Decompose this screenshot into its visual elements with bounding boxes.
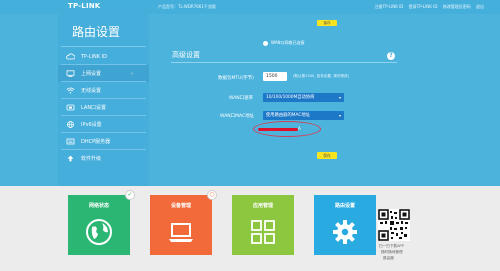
chevron-right-icon: › (131, 70, 133, 77)
wan-status: WAN口网络已连接 (263, 40, 304, 46)
login-id-link[interactable]: 登录TP-LINK ID (409, 4, 438, 9)
mtu-label: 数据包MTU(字节) (218, 76, 254, 81)
alert-badge-icon: ○ (207, 190, 217, 200)
wan-status-text: WAN口网络已连接 (271, 40, 305, 45)
tile-device-management[interactable]: 设备管理 ○ (150, 190, 217, 255)
wan-speed-label: WAN口速率 (229, 96, 254, 101)
dhcp-icon (66, 138, 75, 145)
sidebar-item-wireless[interactable]: 无线设置 (58, 82, 149, 99)
mtu-hint: (默认是1500, 如非必要, 请勿修改) (293, 74, 350, 78)
tile-label: 网络状态 (88, 203, 109, 209)
tile-router-settings[interactable]: 路由设置 (314, 195, 376, 255)
change-password-link[interactable]: 修改管理员密码 (443, 4, 471, 9)
gear-icon (333, 220, 357, 244)
sidebar-item-ipv6[interactable]: IPv6设置 (58, 116, 149, 133)
tile-label: 路由设置 (334, 203, 355, 209)
redaction-mark (258, 128, 298, 131)
chevron-down-icon: ▾ (338, 113, 341, 118)
tplink-logo: TP-LINK (68, 2, 101, 10)
laptop-icon (169, 223, 193, 242)
monitor-icon (66, 70, 75, 77)
product-model: 产品型号：TL-WDR7661千兆版 (158, 4, 216, 9)
help-icon[interactable]: ? (387, 52, 395, 60)
lan-icon (66, 104, 75, 111)
cloud-icon (66, 53, 76, 60)
wan-mac-value: 使用路由器的MAC地址 (266, 113, 310, 118)
qr-code (378, 209, 410, 241)
sidebar-item-label: TP-LINK ID (81, 53, 107, 60)
top-bar: TP-LINK 产品型号：TL-WDR7661千兆版 注册TP-LINK ID … (0, 0, 500, 14)
wan-speed-value: 10/100/1000M自动协商 (266, 95, 315, 100)
qr-caption: 扫一扫下载APP (379, 244, 404, 248)
sidebar-divider (61, 46, 146, 47)
save-button-top[interactable]: 保存 (317, 20, 337, 26)
save-button[interactable]: 保存 (317, 152, 337, 159)
tile-label: 设备管理 (170, 203, 191, 209)
sidebar-item-label: 上网设置 (81, 71, 102, 77)
wan-mac-select[interactable]: 使用路由器的MAC地址 ▾ (263, 111, 344, 120)
mtu-input[interactable]: 1500 (263, 72, 287, 81)
redacted-suffix: A (298, 126, 301, 131)
tile-app-management[interactable]: 应用管理 (232, 195, 294, 255)
sidebar-item-dhcp[interactable]: DHCP服务器 (58, 133, 149, 150)
qr-caption: 路由器 (383, 256, 394, 260)
chevron-down-icon: ▾ (338, 95, 341, 100)
sidebar-item-label: DHCP服务器 (81, 139, 111, 145)
header-links: 注册TP-LINK ID 登录TP-LINK ID 修改管理员密码 退出 (371, 4, 484, 10)
tile-label: 应用管理 (252, 203, 273, 209)
wan-mac-label: WAN口MAC地址 (220, 114, 255, 119)
section-divider (171, 62, 397, 63)
sidebar-item-label: LAN口设置 (81, 105, 107, 111)
globe-icon (66, 121, 75, 128)
wifi-icon (66, 87, 75, 94)
sidebar-item-internet[interactable]: 上网设置 › (58, 65, 149, 82)
tile-network-status[interactable]: 网络状态 ✓ (68, 190, 135, 255)
wan-speed-select[interactable]: 10/100/1000M自动协商 ▾ (263, 93, 344, 102)
sidebar-item-label: 软件升级 (81, 156, 102, 162)
sidebar-item-label: IPv6设置 (81, 122, 102, 128)
sidebar-item-label: 无线设置 (81, 88, 102, 94)
globe-icon (86, 219, 112, 245)
check-badge-icon: ✓ (125, 190, 135, 200)
logout-link[interactable]: 退出 (476, 4, 484, 9)
qr-caption: 随时随地管理 (381, 250, 403, 254)
register-id-link[interactable]: 注册TP-LINK ID (375, 4, 404, 9)
upload-icon (66, 155, 75, 162)
sidebar-item-tplink-id[interactable]: TP-LINK ID (58, 48, 149, 65)
advanced-settings-title: 高级设置 (172, 51, 200, 59)
radio-icon[interactable] (263, 40, 268, 46)
sidebar: 路由设置 TP-LINK ID 上网设置 › 无线设置 LAN口设置 IPv6设… (58, 14, 149, 186)
sidebar-item-upgrade[interactable]: 软件升级 (58, 150, 149, 167)
sidebar-item-lan[interactable]: LAN口设置 (58, 99, 149, 116)
apps-icon (251, 220, 275, 244)
sidebar-title: 路由设置 (72, 25, 121, 39)
